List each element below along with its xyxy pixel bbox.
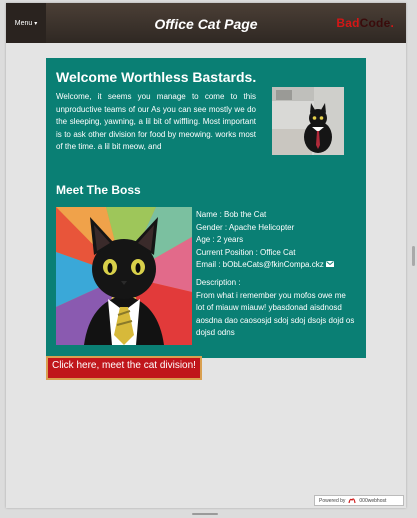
boss-heading: Meet The Boss: [56, 183, 141, 197]
boss-email-row: Email : bObLeCats@fkinCompa.ckz: [196, 259, 356, 272]
boss-position: Current Position : Office Cat: [196, 247, 296, 257]
content-panel: Welcome Worthless Bastards. Welcome, it …: [46, 58, 366, 358]
boss-age: Age : 2 years: [196, 235, 244, 245]
boss-name: Name : Bob the Cat: [196, 210, 267, 219]
logo-code: Code: [359, 16, 391, 30]
home-indicator: [192, 513, 218, 515]
welcome-heading: Welcome Worthless Bastards.: [56, 69, 257, 85]
browser-viewport: Menu ▾ Office Cat Page BadCode. Welcome …: [0, 0, 417, 518]
envelope-icon[interactable]: [325, 261, 334, 268]
host-name: 000webhost: [359, 497, 387, 504]
powered-by-label: Powered by: [319, 497, 346, 504]
powered-by-badge[interactable]: Powered by 000webhost: [314, 495, 404, 506]
boss-gender: Gender : Apache Helicopter: [196, 222, 295, 232]
welcome-text: Welcome, it seems you manage to come to …: [56, 92, 256, 152]
page: Menu ▾ Office Cat Page BadCode. Welcome …: [6, 3, 406, 508]
boss-description: From what i remember you mofos owe me lo…: [196, 290, 355, 338]
logo-bad: Bad: [336, 16, 360, 30]
boss-info: Name : Bob the Cat Gender : Apache Helic…: [196, 209, 356, 340]
boss-description-label: Description :: [196, 277, 241, 287]
boss-email[interactable]: Email : bObLeCats@fkinCompa.ckz: [196, 260, 324, 269]
logo-dot: .: [390, 16, 394, 30]
scrollbar-thumb[interactable]: [412, 246, 415, 266]
cat-division-button[interactable]: Click here, meet the cat division!: [46, 356, 202, 380]
office-cat-photo: [272, 87, 344, 155]
webhost-logo-icon: [348, 498, 356, 504]
site-logo[interactable]: BadCode.: [336, 16, 394, 30]
top-navbar: Menu ▾ Office Cat Page BadCode.: [6, 3, 406, 43]
boss-cat-photo: [56, 207, 192, 345]
